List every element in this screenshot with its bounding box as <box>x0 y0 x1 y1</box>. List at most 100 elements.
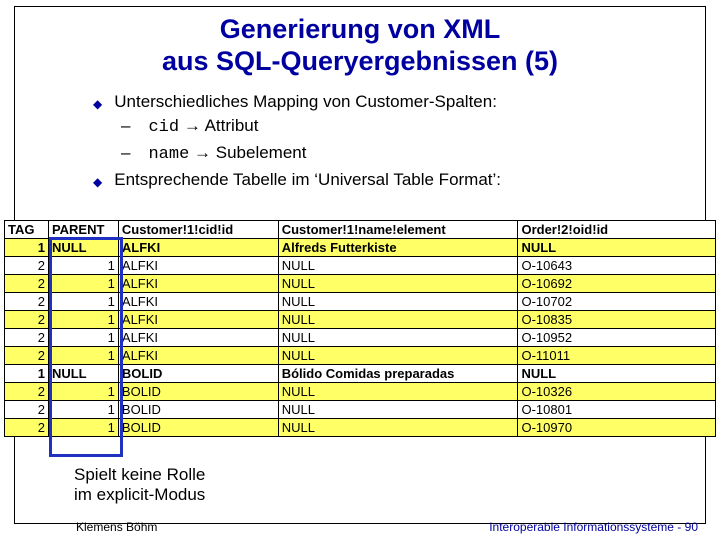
sub2-rest: Subelement <box>211 143 306 162</box>
arrow-icon: → <box>184 116 201 135</box>
table-cell: 1 <box>48 383 118 401</box>
table-cell: ALFKI <box>118 347 278 365</box>
table-row: 21ALFKINULLO-10643 <box>5 257 716 275</box>
table-cell: 1 <box>48 275 118 293</box>
col-cid: Customer!1!cid!id <box>118 221 278 239</box>
sub-bullet-2: – name → Subelement <box>121 141 705 168</box>
sub-bullet-1-text: cid → Attribut <box>148 114 258 141</box>
table-cell: 2 <box>5 329 49 347</box>
col-oid: Order!2!oid!id <box>518 221 716 239</box>
table-cell: Bólido Comidas preparadas <box>278 365 518 383</box>
diamond-bullet-icon: ◆ <box>93 96 102 113</box>
table-row: 21ALFKINULLO-11011 <box>5 347 716 365</box>
table-cell: 1 <box>48 347 118 365</box>
dash-icon: – <box>121 114 130 141</box>
table-cell: ALFKI <box>118 329 278 347</box>
table-cell: NULL <box>48 239 118 257</box>
sub-bullet-2-text: name → Subelement <box>148 141 306 168</box>
table-cell: NULL <box>278 401 518 419</box>
table-cell: O-10702 <box>518 293 716 311</box>
table-cell: 1 <box>48 311 118 329</box>
table-row: 21ALFKINULLO-10952 <box>5 329 716 347</box>
table-cell: O-10801 <box>518 401 716 419</box>
sub-bullet-1: – cid → Attribut <box>121 114 705 141</box>
table-row: 1NULLBOLIDBólido Comidas preparadasNULL <box>5 365 716 383</box>
table-cell: BOLID <box>118 365 278 383</box>
slide-title: Generierung von XML aus SQL-Queryergebni… <box>15 13 705 78</box>
table-cell: 1 <box>5 239 49 257</box>
table-cell: ALFKI <box>118 311 278 329</box>
code-name: name <box>148 145 189 164</box>
table-cell: ALFKI <box>118 257 278 275</box>
table-body: 1NULLALFKIAlfreds FutterkisteNULL21ALFKI… <box>5 239 716 437</box>
table-cell: NULL <box>278 311 518 329</box>
col-tag: TAG <box>5 221 49 239</box>
table-cell: NULL <box>48 365 118 383</box>
table-cell: NULL <box>278 275 518 293</box>
table-cell: 2 <box>5 257 49 275</box>
data-table-wrapper: TAG PARENT Customer!1!cid!id Customer!1!… <box>0 220 720 437</box>
table-row: 21BOLIDNULLO-10970 <box>5 419 716 437</box>
footer-pageinfo: Interoperable Informationssysteme - 90 <box>489 520 698 534</box>
bullet-1-text: Unterschiedliches Mapping von Customer-S… <box>114 90 497 115</box>
table-cell: ALFKI <box>118 275 278 293</box>
table-cell: 2 <box>5 347 49 365</box>
table-cell: O-11011 <box>518 347 716 365</box>
table-row: 21ALFKINULLO-10835 <box>5 311 716 329</box>
table-row: 21BOLIDNULLO-10801 <box>5 401 716 419</box>
table-cell: O-10970 <box>518 419 716 437</box>
table-cell: ALFKI <box>118 239 278 257</box>
table-row: 21ALFKINULLO-10702 <box>5 293 716 311</box>
table-cell: O-10692 <box>518 275 716 293</box>
table-cell: BOLID <box>118 419 278 437</box>
universal-table: TAG PARENT Customer!1!cid!id Customer!1!… <box>4 220 716 437</box>
highlight-caption: Spielt keine Rolle im explicit-Modus <box>74 465 205 506</box>
table-cell: 2 <box>5 311 49 329</box>
table-row: 21BOLIDNULLO-10326 <box>5 383 716 401</box>
footer-author: Klemens Böhm <box>76 520 157 534</box>
table-cell: 1 <box>48 257 118 275</box>
table-cell: 2 <box>5 419 49 437</box>
table-cell: NULL <box>278 257 518 275</box>
slide-body: ◆ Unterschiedliches Mapping von Customer… <box>93 90 705 193</box>
table-cell: 1 <box>5 365 49 383</box>
table-cell: O-10835 <box>518 311 716 329</box>
table-cell: 1 <box>48 419 118 437</box>
table-cell: 2 <box>5 293 49 311</box>
table-cell: NULL <box>278 293 518 311</box>
table-cell: Alfreds Futterkiste <box>278 239 518 257</box>
bullet-2: ◆ Entsprechende Tabelle im ‘Universal Ta… <box>93 168 705 193</box>
table-cell: O-10643 <box>518 257 716 275</box>
table-row: 1NULLALFKIAlfreds FutterkisteNULL <box>5 239 716 257</box>
title-line-1: Generierung von XML <box>220 14 501 44</box>
bullet-1: ◆ Unterschiedliches Mapping von Customer… <box>93 90 705 115</box>
table-cell: 2 <box>5 275 49 293</box>
dash-icon: – <box>121 141 130 168</box>
table-cell: 2 <box>5 401 49 419</box>
table-cell: NULL <box>278 329 518 347</box>
diamond-bullet-icon: ◆ <box>93 174 102 191</box>
table-cell: NULL <box>278 419 518 437</box>
bullet-2-text: Entsprechende Tabelle im ‘Universal Tabl… <box>114 168 501 193</box>
arrow-icon: → <box>194 143 211 162</box>
table-cell: 1 <box>48 401 118 419</box>
table-cell: BOLID <box>118 401 278 419</box>
table-row: 21ALFKINULLO-10692 <box>5 275 716 293</box>
table-cell: NULL <box>518 239 716 257</box>
col-parent: PARENT <box>48 221 118 239</box>
table-cell: NULL <box>518 365 716 383</box>
caption-line-2: im explicit-Modus <box>74 485 205 504</box>
table-cell: 1 <box>48 293 118 311</box>
table-cell: 2 <box>5 383 49 401</box>
col-name: Customer!1!name!element <box>278 221 518 239</box>
table-cell: O-10952 <box>518 329 716 347</box>
table-cell: NULL <box>278 347 518 365</box>
table-header-row: TAG PARENT Customer!1!cid!id Customer!1!… <box>5 221 716 239</box>
table-cell: NULL <box>278 383 518 401</box>
code-cid: cid <box>148 118 179 137</box>
sub1-rest: Attribut <box>201 116 259 135</box>
title-line-2: aus SQL-Queryergebnissen (5) <box>162 46 558 76</box>
table-cell: ALFKI <box>118 293 278 311</box>
caption-line-1: Spielt keine Rolle <box>74 465 205 484</box>
table-cell: 1 <box>48 329 118 347</box>
